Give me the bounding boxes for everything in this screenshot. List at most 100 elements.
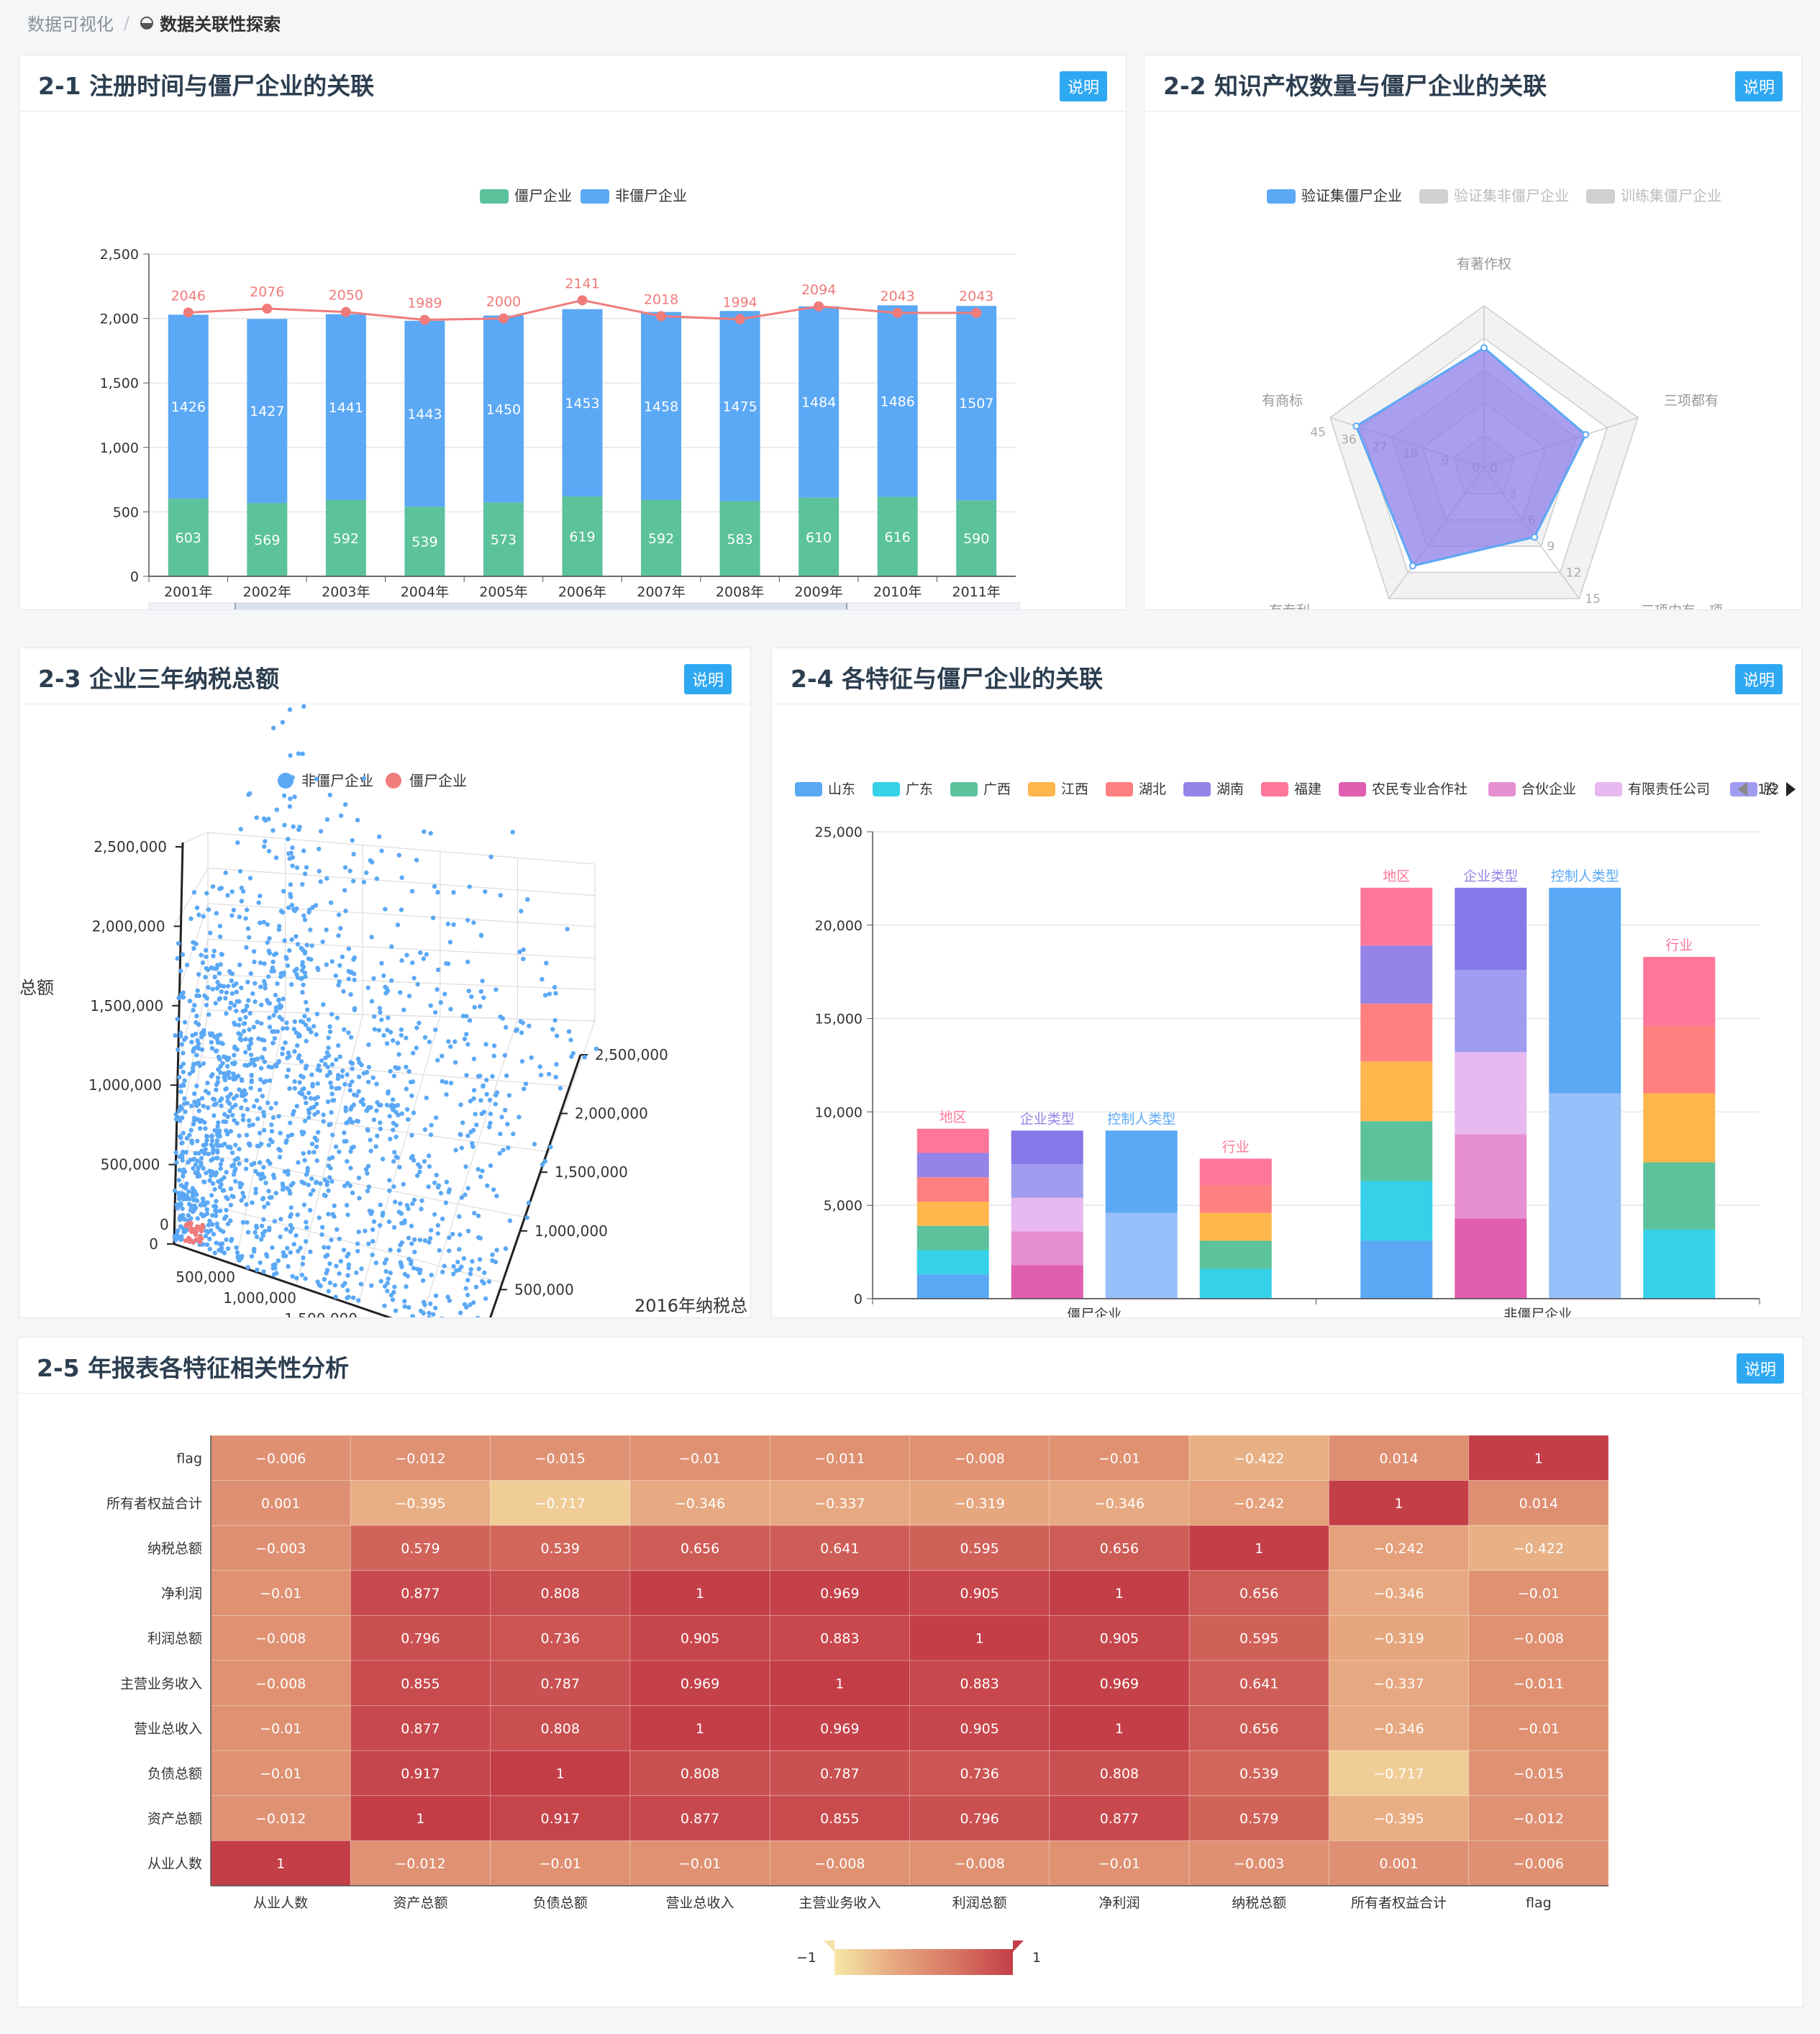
scatter-point — [345, 1288, 350, 1293]
scatter-point — [175, 1230, 180, 1235]
scatter-point — [206, 907, 211, 912]
scatter-point — [261, 1113, 267, 1118]
scatter-point — [275, 981, 280, 986]
scatter-point — [391, 1073, 397, 1079]
scatter-point — [248, 971, 253, 976]
scatter-point — [296, 1053, 302, 1058]
heatmap-cell-label: 0.736 — [960, 1766, 998, 1782]
scatter-point — [178, 991, 184, 997]
explain-button[interactable]: 说明 — [1734, 71, 1783, 101]
scatter-point — [437, 1248, 442, 1253]
explain-button[interactable]: 说明 — [1059, 71, 1107, 101]
scatter-point — [247, 1011, 252, 1016]
scatter-point — [387, 1178, 392, 1183]
bar-segment — [1643, 1229, 1716, 1299]
scatter-point — [346, 1294, 351, 1299]
scatter-point — [210, 1222, 215, 1227]
explain-button[interactable]: 说明 — [1736, 1353, 1784, 1384]
scatter-point — [384, 1102, 390, 1108]
legend-label: 合伙企业 — [1521, 781, 1576, 797]
scatter-point — [332, 1283, 337, 1288]
explain-button[interactable]: 说明 — [1734, 664, 1783, 694]
scatter-point — [290, 775, 295, 780]
y-tick-label: 0 — [854, 1291, 863, 1307]
heatmap-cell-label: −0.008 — [954, 1856, 1004, 1872]
scatter-point — [345, 1072, 350, 1077]
heatmap-cell-label: 1 — [556, 1766, 565, 1782]
scatter-point — [406, 1117, 411, 1122]
heatmap-cell-label: 1 — [1395, 1496, 1403, 1512]
scatter-point — [350, 1190, 355, 1196]
scatter-point — [358, 1281, 363, 1286]
y-tick-label: 负债总额 — [147, 1766, 202, 1782]
scatter-point — [292, 1049, 297, 1054]
scatter-point — [409, 889, 415, 894]
scatter-point — [276, 998, 281, 1003]
scatter-point — [295, 1212, 300, 1217]
scatter-point — [297, 1033, 302, 1039]
scatter-point — [314, 1032, 319, 1037]
scatter-point — [308, 927, 313, 932]
scatter-point — [412, 1249, 417, 1255]
scatter-point — [393, 1308, 399, 1313]
explain-button[interactable]: 说明 — [683, 664, 732, 694]
scatter-point — [393, 1199, 398, 1204]
scatter-point — [327, 1280, 333, 1286]
heatmap-cell-label: 0.001 — [261, 1496, 300, 1512]
scatter-point — [317, 1215, 322, 1220]
scatter-point — [301, 1181, 307, 1186]
y-tick-label: flag — [176, 1450, 202, 1466]
scatter-point — [350, 1066, 355, 1071]
legend-label: 江西 — [1061, 781, 1088, 797]
scatter-point — [282, 822, 287, 827]
scatter-point — [341, 989, 346, 994]
scatter-point — [342, 1130, 347, 1135]
y-tick-label: 1,000 — [100, 440, 139, 456]
bar-label: 企业类型 — [1020, 1111, 1075, 1127]
scatter-point — [383, 984, 388, 989]
scatter-point — [306, 1107, 311, 1112]
scatter-point — [417, 1271, 422, 1276]
breadcrumb-root[interactable]: 数据可视化 — [27, 10, 114, 35]
scatter-point — [426, 1184, 431, 1189]
scatter-point — [188, 1127, 194, 1132]
scatter-point — [196, 1150, 201, 1156]
scatter-point — [442, 991, 447, 996]
scatter-point — [415, 981, 420, 987]
scatter-point — [304, 865, 309, 870]
scatter-point — [406, 994, 412, 999]
heatmap-cell-label: 1 — [1255, 1541, 1263, 1557]
scatter-point — [177, 1118, 182, 1123]
scatter-point — [386, 1276, 391, 1281]
scatter-point — [227, 1109, 232, 1114]
scatter-point — [224, 1011, 229, 1016]
scatter-point — [202, 1179, 207, 1184]
scatter-point — [404, 1284, 409, 1289]
scatter-point — [361, 776, 367, 781]
scatter-point — [467, 884, 472, 889]
scatter-point — [193, 1061, 198, 1066]
scatter-point — [503, 1246, 509, 1251]
scatter-point — [222, 1072, 227, 1077]
scatter-point — [328, 900, 334, 905]
bar-segment — [1360, 1003, 1433, 1062]
scatter-point — [262, 1204, 267, 1209]
x-tick-label: 2008年 — [716, 584, 764, 600]
scatter-point — [199, 1035, 204, 1040]
scatter-point — [244, 945, 249, 950]
scatter-point — [318, 1284, 323, 1289]
scatter-point — [529, 1055, 534, 1061]
scatter-point — [481, 995, 486, 1000]
scatter-point — [463, 1286, 468, 1291]
scatter-point — [429, 1227, 434, 1233]
scatter-point — [206, 1222, 211, 1227]
scatter-point — [304, 943, 309, 948]
scatter-point — [378, 1102, 383, 1108]
scatter-point — [219, 1158, 224, 1163]
scatter-point — [440, 1216, 445, 1222]
scatter-point — [404, 1064, 409, 1070]
scatter-point — [435, 1058, 440, 1063]
scatter-point — [478, 1004, 483, 1009]
scatter-point — [411, 1110, 417, 1115]
scatter-point — [391, 1107, 396, 1112]
